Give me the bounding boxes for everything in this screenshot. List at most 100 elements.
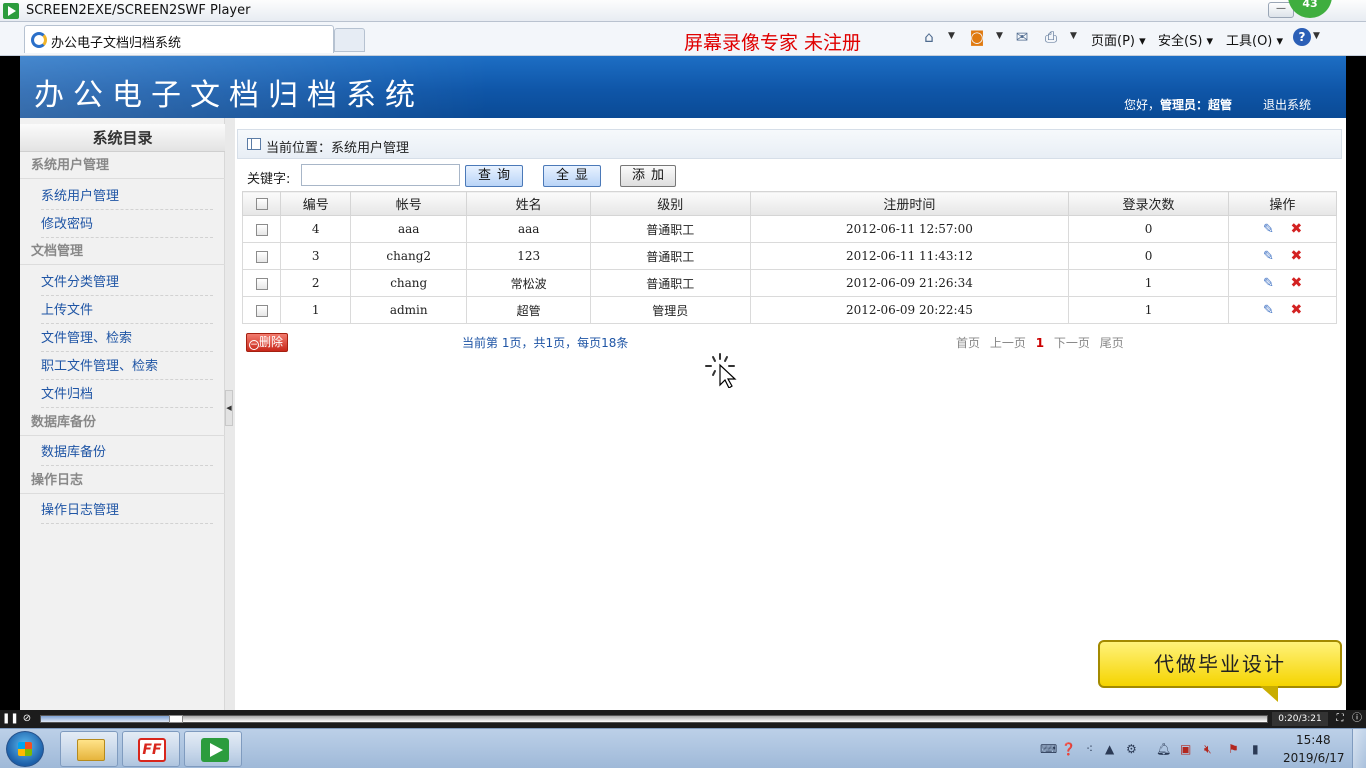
keyword-input[interactable] bbox=[301, 164, 460, 186]
taskbar-player[interactable] bbox=[184, 731, 242, 767]
mail-icon[interactable]: ✉ bbox=[1013, 28, 1031, 46]
browser-toolbar: 办公电子文档归档系统 屏幕录像专家 未注册 ⌂ ▼ ◙ ▼ ✉ ⎙ ▼ 页面(P… bbox=[0, 22, 1366, 56]
start-button[interactable] bbox=[6, 731, 44, 767]
row-checkbox[interactable] bbox=[255, 250, 268, 263]
help-icon[interactable]: ? bbox=[1293, 28, 1311, 46]
fullscreen-icon[interactable]: ⛶ bbox=[1333, 712, 1347, 726]
cell-id: 4 bbox=[280, 215, 352, 243]
sidebar-group-documents: 文档管理 bbox=[20, 239, 225, 265]
table-row: 3 chang2 123 普通职工 2012-06-11 11:43:12 0 … bbox=[241, 242, 1338, 270]
show-desktop-button[interactable] bbox=[1352, 729, 1366, 768]
pager-first[interactable]: 首页 bbox=[956, 336, 980, 350]
flag-icon[interactable]: ⚑ bbox=[1228, 742, 1239, 756]
header-select-all bbox=[241, 191, 282, 216]
row-checkbox[interactable] bbox=[255, 223, 268, 236]
volume-muted-icon[interactable]: 🔇︎ bbox=[1204, 742, 1212, 757]
chevron-down-icon[interactable]: ▼ bbox=[1313, 31, 1320, 41]
device-icon[interactable]: ⚙ bbox=[1126, 742, 1137, 756]
menu-page-label: 页面(P) bbox=[1091, 34, 1135, 49]
minus-circle-icon: − bbox=[249, 340, 259, 350]
ie-icon bbox=[31, 32, 47, 48]
sidebar-item-upload-file[interactable]: 上传文件 bbox=[41, 298, 213, 324]
sidebar-item-db-backup[interactable]: 数据库备份 bbox=[41, 440, 213, 466]
sidebar-group-backup: 数据库备份 bbox=[20, 410, 225, 436]
sidebar-item-file-search[interactable]: 文件管理、检索 bbox=[41, 326, 213, 352]
notification-bell-icon[interactable]: 🔔︎ bbox=[1156, 742, 1171, 756]
taskbar-explorer[interactable] bbox=[60, 731, 118, 767]
clock-date[interactable]: 2019/6/17 bbox=[1283, 751, 1345, 765]
tab-active[interactable]: 办公电子文档归档系统 bbox=[24, 25, 334, 53]
taskbar-ff-app[interactable]: FF bbox=[122, 731, 180, 767]
home-icon[interactable]: ⌂ bbox=[920, 28, 938, 46]
cell-name: 常松波 bbox=[466, 269, 591, 297]
seek-progress bbox=[41, 716, 176, 722]
delete-selected-button[interactable]: −删除 bbox=[246, 333, 288, 352]
pause-icon[interactable]: ❚❚ bbox=[2, 712, 19, 726]
user-name: 超管 bbox=[1208, 98, 1233, 112]
cell-actions: ✎ ✖ bbox=[1227, 215, 1338, 243]
sidebar-item-file-archive[interactable]: 文件归档 bbox=[41, 382, 213, 408]
header-login-count: 登录次数 bbox=[1068, 191, 1229, 216]
header-account: 帐号 bbox=[350, 191, 468, 216]
delete-x-icon[interactable]: ✖ bbox=[1289, 276, 1303, 290]
pager-prev[interactable]: 上一页 bbox=[990, 336, 1026, 350]
row-select-cell bbox=[241, 242, 282, 270]
sidebar-item-change-password[interactable]: 修改密码 bbox=[41, 212, 213, 238]
pager-next[interactable]: 下一页 bbox=[1054, 336, 1090, 350]
seek-bar[interactable] bbox=[40, 715, 1268, 723]
chevron-down-icon[interactable]: ▼ bbox=[1070, 31, 1077, 41]
edit-pencil-icon[interactable]: ✎ bbox=[1261, 276, 1275, 291]
header-registered: 注册时间 bbox=[749, 191, 1070, 216]
sidebar-collapse-toggle[interactable]: ◀ bbox=[225, 390, 233, 426]
sidebar-item-log-management[interactable]: 操作日志管理 bbox=[41, 498, 213, 524]
pager-last[interactable]: 尾页 bbox=[1100, 336, 1124, 350]
sidebar-item-file-category[interactable]: 文件分类管理 bbox=[41, 270, 213, 296]
edit-pencil-icon[interactable]: ✎ bbox=[1261, 249, 1275, 264]
cell-id: 3 bbox=[280, 242, 352, 270]
rss-feed-icon[interactable]: ◙ bbox=[968, 28, 986, 46]
menu-tools[interactable]: 工具(O) ▾ bbox=[1226, 30, 1283, 49]
header-actions: 操作 bbox=[1227, 191, 1338, 216]
delete-x-icon[interactable]: ✖ bbox=[1289, 249, 1303, 263]
menu-safety[interactable]: 安全(S) ▾ bbox=[1158, 30, 1213, 49]
signal-icon[interactable]: ▮ bbox=[1252, 742, 1259, 756]
show-all-button[interactable]: 全显 bbox=[543, 165, 601, 187]
row-checkbox[interactable] bbox=[255, 304, 268, 317]
security-icon[interactable]: ▣ bbox=[1180, 742, 1191, 756]
help-tray-icon[interactable]: ❓ bbox=[1061, 742, 1076, 756]
print-icon[interactable]: ⎙ bbox=[1042, 28, 1060, 46]
select-all-checkbox[interactable] bbox=[255, 197, 268, 210]
edit-pencil-icon[interactable]: ✎ bbox=[1261, 303, 1275, 318]
header-name: 姓名 bbox=[466, 191, 591, 216]
chevron-down-icon[interactable]: ▼ bbox=[948, 31, 955, 41]
sidebar: 系统目录 系统用户管理 系统用户管理 修改密码 文档管理 文件分类管理 上传文件… bbox=[20, 118, 225, 710]
chevron-down-icon[interactable]: ▼ bbox=[996, 31, 1003, 41]
cell-id: 2 bbox=[280, 269, 352, 297]
info-icon[interactable]: ⓘ bbox=[1350, 712, 1364, 726]
badge-counter: 43 bbox=[1288, 0, 1332, 18]
clock-time[interactable]: 15:48 bbox=[1296, 733, 1331, 747]
row-checkbox[interactable] bbox=[255, 277, 268, 290]
table-row: 1 admin 超管 管理员 2012-06-09 20:22:45 1 ✎ ✖ bbox=[241, 296, 1338, 324]
tray-expand-icon[interactable]: ▲ bbox=[1105, 742, 1114, 756]
sidebar-item-staff-file-search[interactable]: 职工文件管理、检索 bbox=[41, 354, 213, 380]
player-title: SCREEN2EXE/SCREEN2SWF Player bbox=[26, 3, 251, 18]
new-tab-button[interactable] bbox=[334, 28, 365, 52]
ad-callout-tail bbox=[1260, 686, 1278, 702]
add-user-button[interactable]: 添加 bbox=[620, 165, 676, 187]
delete-x-icon[interactable]: ✖ bbox=[1289, 222, 1303, 236]
menu-page[interactable]: 页面(P) ▾ bbox=[1091, 30, 1146, 49]
breadcrumb-label: 当前位置：系统用户管理 bbox=[266, 141, 410, 156]
cell-level: 管理员 bbox=[590, 296, 751, 324]
network-dots-icon[interactable]: ⁖ bbox=[1086, 742, 1093, 756]
seek-thumb[interactable] bbox=[169, 715, 183, 723]
logout-link[interactable]: 退出系统 bbox=[1263, 96, 1311, 113]
sidebar-group-logs: 操作日志 bbox=[20, 468, 225, 494]
edit-pencil-icon[interactable]: ✎ bbox=[1261, 222, 1275, 237]
stop-icon[interactable]: ⊘ bbox=[20, 712, 34, 726]
delete-x-icon[interactable]: ✖ bbox=[1289, 303, 1303, 317]
table-row: 2 chang 常松波 普通职工 2012-06-09 21:26:34 1 ✎… bbox=[241, 269, 1338, 297]
keyboard-icon[interactable]: ⌨ bbox=[1040, 742, 1057, 756]
sidebar-item-user-management[interactable]: 系统用户管理 bbox=[41, 184, 213, 210]
query-button[interactable]: 查询 bbox=[465, 165, 523, 187]
